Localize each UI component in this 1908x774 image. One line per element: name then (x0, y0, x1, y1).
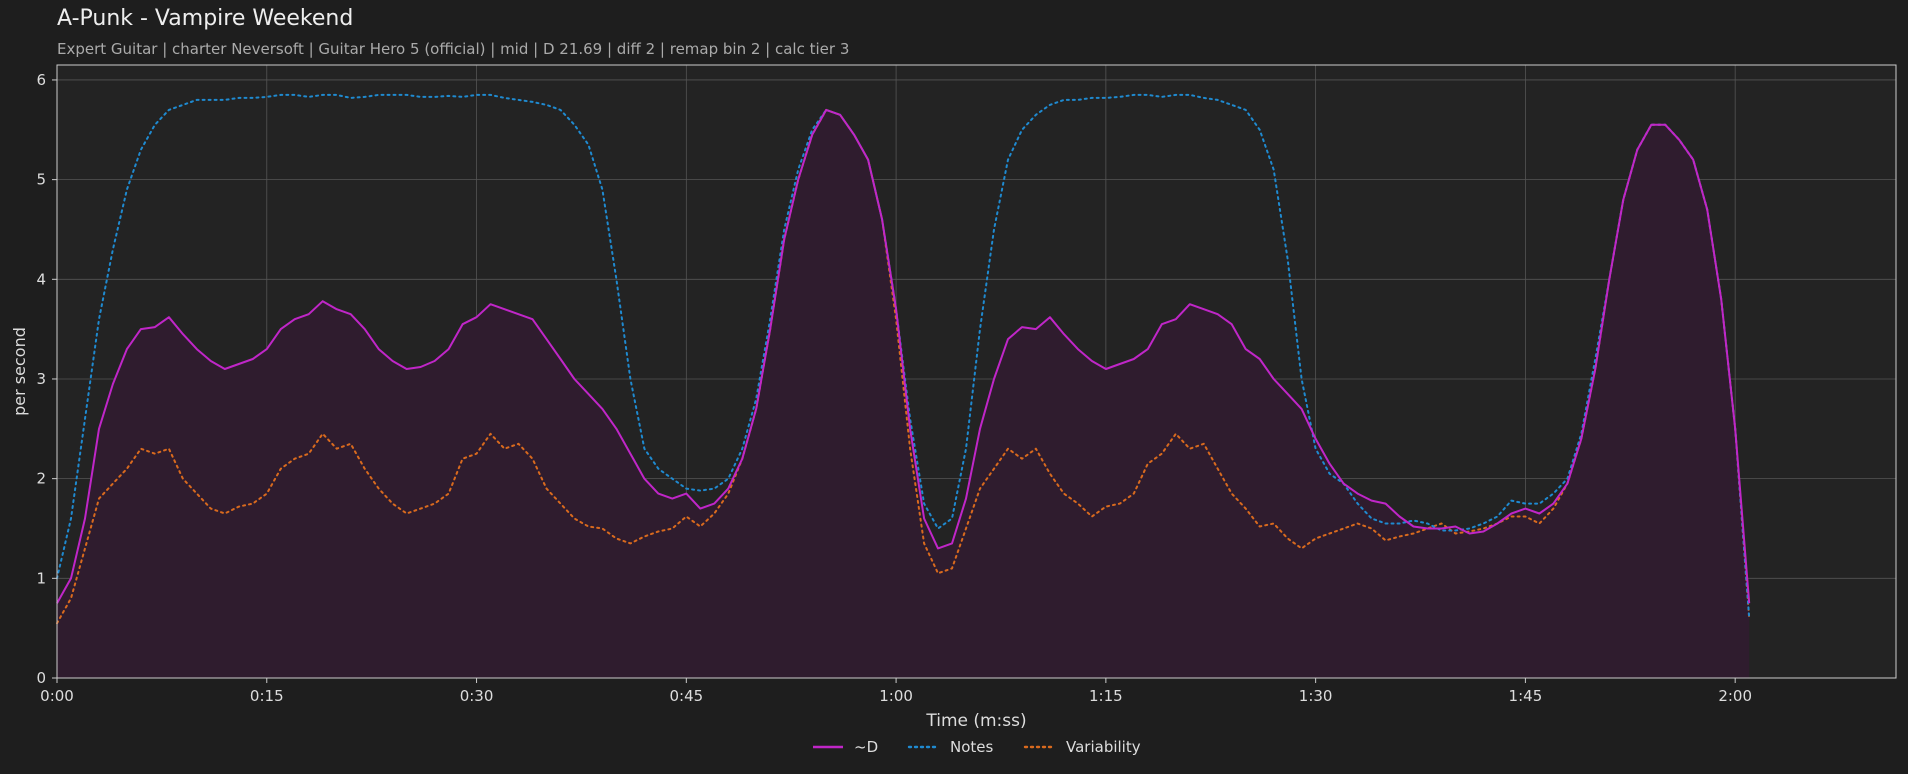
legend-label: Variability (1066, 738, 1141, 756)
legend: ~D Notes Variability (813, 738, 1141, 756)
legend-label: ~D (854, 738, 878, 756)
x-tick-label: 0:30 (460, 687, 494, 705)
chart-svg: 0:00 0:15 0:30 0:45 1:00 1:15 1:30 1:45 2:00 0 1 2 3… (10, 64, 1897, 756)
x-tick-label: 0:45 (669, 687, 703, 705)
x-tick-label: 1:30 (1299, 687, 1333, 705)
x-tick-label: 1:45 (1509, 687, 1543, 705)
y-tick-label: 5 (36, 171, 46, 189)
y-tick-label: 4 (36, 270, 46, 288)
y-tick-label: 1 (36, 569, 46, 587)
x-tick-label: 0:15 (250, 687, 284, 705)
y-tick-label: 2 (36, 470, 46, 488)
x-tick-label: 1:15 (1089, 687, 1123, 705)
y-axis-label: per second (10, 327, 29, 416)
legend-label: Notes (950, 738, 994, 756)
x-tick-label: 0:00 (40, 687, 74, 705)
y-tick-label: 3 (36, 370, 46, 388)
x-axis-label: Time (m:ss) (925, 711, 1026, 731)
y-tick-label: 6 (36, 71, 46, 89)
x-tick-label: 1:00 (879, 687, 913, 705)
y-tick-label: 0 (36, 669, 46, 687)
x-tick-label: 2:00 (1718, 687, 1752, 705)
